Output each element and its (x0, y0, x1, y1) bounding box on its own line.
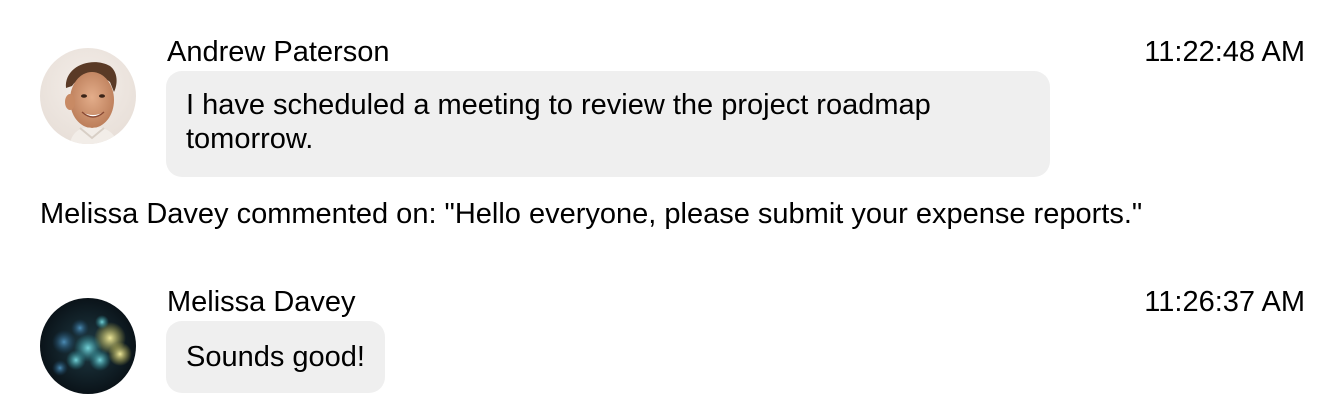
message-timestamp: 11:26:37 AM (1144, 286, 1305, 318)
message-feed: Andrew Paterson 11:22:48 AM I have sched… (0, 0, 1340, 420)
message-bubble: Sounds good! (166, 321, 385, 393)
message-item: Melissa Davey 11:26:37 AM Sounds good! (0, 0, 1340, 420)
bokeh-lights-photo-icon (40, 298, 136, 394)
sender-name[interactable]: Melissa Davey (167, 285, 356, 319)
avatar[interactable] (40, 298, 136, 394)
